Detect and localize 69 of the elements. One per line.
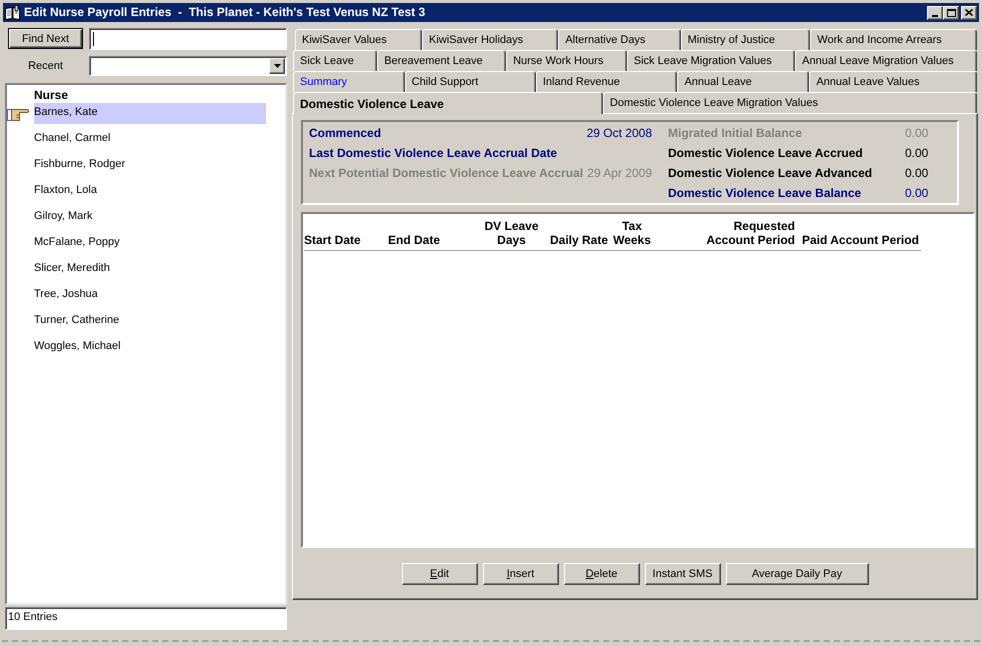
caret-icon <box>274 64 280 68</box>
field-value: 0.00 <box>905 165 928 181</box>
text-cursor-icon <box>93 32 94 46</box>
minimize-icon <box>932 14 938 16</box>
book-icon <box>5 5 20 20</box>
nurse-list-item[interactable]: Woggles, Michael <box>34 337 121 358</box>
field-label: Domestic Violence Leave Advanced <box>668 165 874 181</box>
nurse-list-item[interactable]: Gilroy, Mark <box>34 207 92 228</box>
tab[interactable]: Domestic Violence Leave Migration Values <box>602 92 978 113</box>
column-header: Paid Account Period <box>802 233 919 247</box>
action-button[interactable]: Average Daily Pay <box>726 563 868 585</box>
maximize-button[interactable] <box>943 6 959 20</box>
nurse-list-item[interactable]: Chanel, Carmel <box>34 129 110 150</box>
nurse-list-item[interactable]: Barnes, Kate <box>34 103 266 124</box>
field-label: Commenced <box>309 125 382 141</box>
tab[interactable]: Sick Leave <box>293 50 378 71</box>
action-button[interactable]: Insert <box>482 563 558 585</box>
field-label: Last Domestic Violence Leave Accrual Date <box>309 145 558 161</box>
tab[interactable]: Child Support <box>404 71 536 92</box>
minimize-button[interactable] <box>927 6 943 20</box>
column-header: Tax Weeks <box>613 219 651 247</box>
column-header: End Date <box>388 233 440 247</box>
field-value: 0.00 <box>905 145 928 161</box>
tab[interactable]: Inland Revenue <box>536 71 678 92</box>
field-value: 0.00 <box>905 125 928 141</box>
field-label: Migrated Initial Balance <box>668 125 804 141</box>
nurse-list-item[interactable]: McFalane, Poppy <box>34 233 120 254</box>
column-header: Daily Rate <box>550 233 608 247</box>
close-button[interactable] <box>961 6 977 20</box>
tab[interactable]: Summary <box>293 71 405 92</box>
dropdown-button[interactable] <box>269 58 285 74</box>
window-title: Edit Nurse Payroll Entries - This Planet - Keith's Test Venus NZ Test 3 <box>24 4 426 21</box>
action-button[interactable]: Edit <box>402 563 478 585</box>
field-value: 0.00 <box>905 185 928 201</box>
tab[interactable]: Work and Income Arrears <box>810 29 977 50</box>
tab[interactable]: Annual Leave <box>677 71 810 92</box>
search-field[interactable] <box>89 28 287 50</box>
tab[interactable]: Annual Leave Migration Values <box>795 50 977 71</box>
tab[interactable]: KiwiSaver Values <box>295 29 422 50</box>
recent-label: Recent <box>28 59 63 74</box>
tab[interactable]: Bereavement Leave <box>377 50 506 71</box>
tab[interactable]: Nurse Work Hours <box>506 50 627 71</box>
action-button[interactable]: Instant SMS <box>644 563 720 585</box>
find-next-button[interactable]: Find Next <box>8 28 83 49</box>
nurse-list-item[interactable]: Flaxton, Lola <box>34 181 97 202</box>
field-label: Next Potential Domestic Violence Leave Accrual <box>309 165 584 181</box>
tab[interactable]: Domestic Violence Leave <box>293 92 603 114</box>
maximize-icon <box>946 8 956 16</box>
nurse-list-item[interactable]: Turner, Catherine <box>34 311 120 332</box>
column-header: Nurse <box>34 87 68 103</box>
tab[interactable]: Sick Leave Migration Values <box>626 50 796 71</box>
field-label: Domestic Violence Leave Accrued <box>668 145 864 161</box>
tab[interactable]: KiwiSaver Holidays <box>422 29 558 50</box>
field-value: 29 Apr 2009 <box>587 165 652 181</box>
tab[interactable]: Annual Leave Values <box>809 71 978 92</box>
field-label: Domestic Violence Leave Balance <box>668 185 862 201</box>
column-header: Requested Account Period <box>706 219 795 247</box>
nurse-list-item[interactable]: Slicer, Meredith <box>34 259 110 280</box>
column-header: Start Date <box>304 233 361 247</box>
nurse-list-item[interactable]: Fishburne, Rodger <box>34 155 126 176</box>
close-icon <box>965 9 973 16</box>
action-button[interactable]: Delete <box>564 563 640 585</box>
column-header: DV Leave Days <box>484 219 539 247</box>
tab[interactable]: Alternative Days <box>558 29 681 50</box>
field-value: 29 Oct 2008 <box>586 125 652 141</box>
recent-dropdown[interactable] <box>89 56 287 76</box>
entry-count-field: 10 Entries <box>5 607 287 630</box>
nurse-list-item[interactable]: Tree, Joshua <box>34 285 98 306</box>
tab[interactable]: Ministry of Justice <box>680 29 810 50</box>
